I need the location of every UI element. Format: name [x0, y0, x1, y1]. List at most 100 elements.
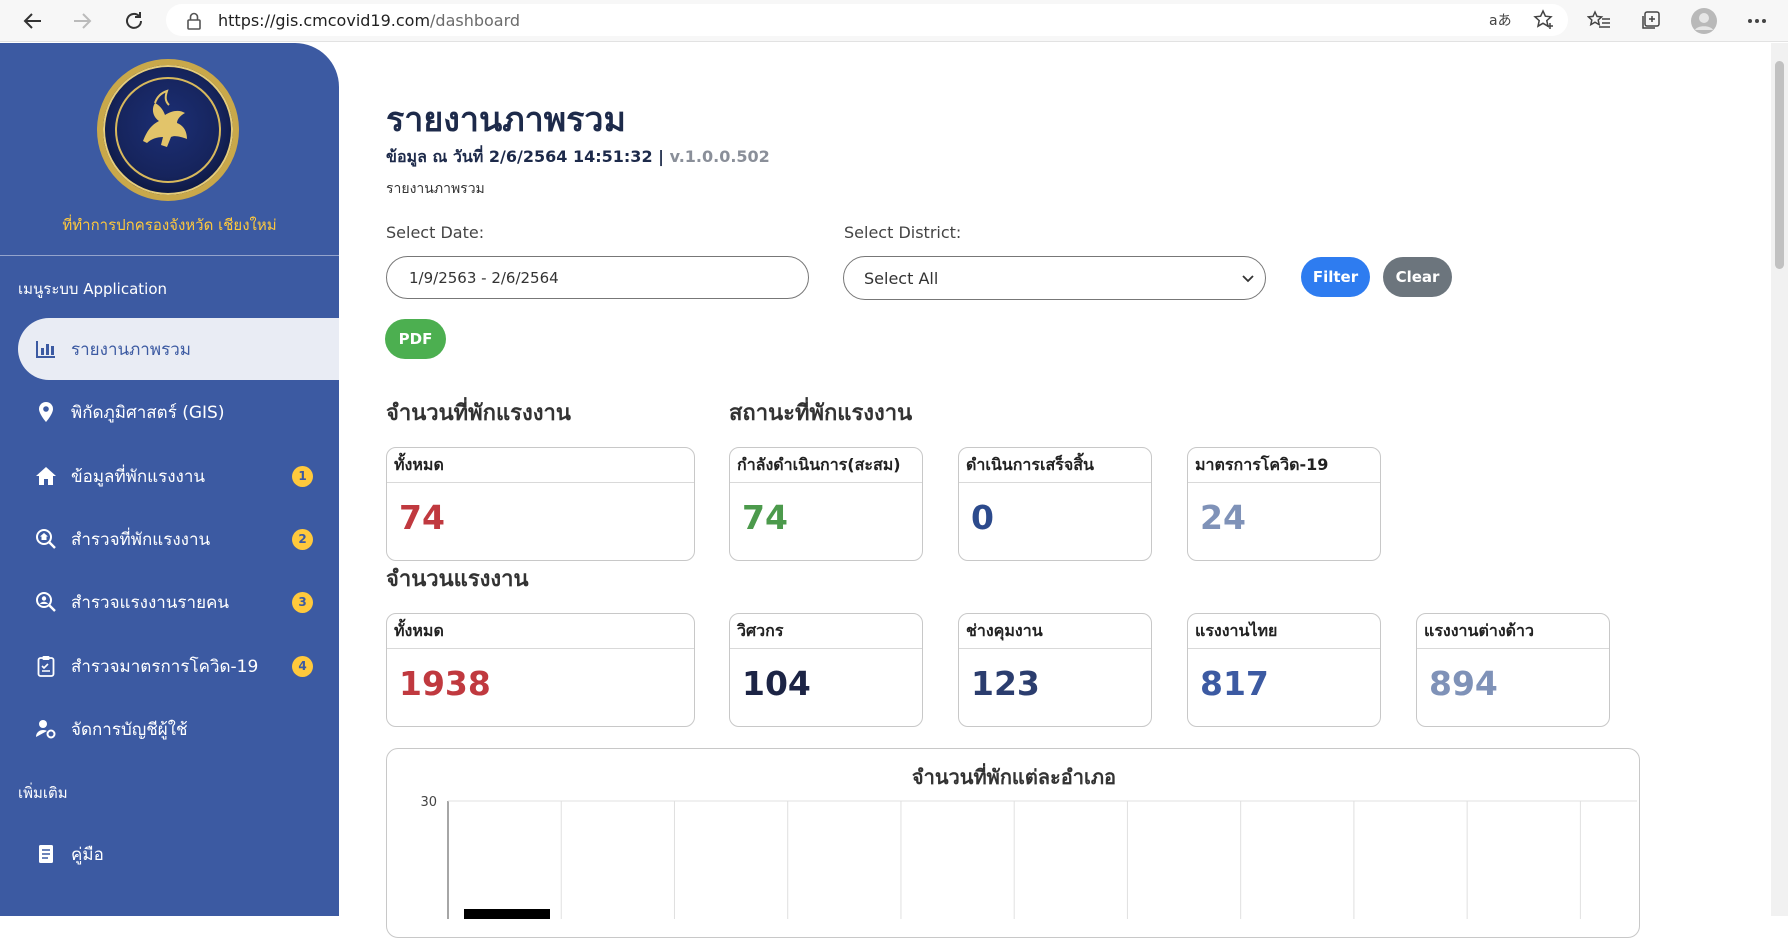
card-value: 0 [971, 498, 994, 537]
y-tick-label-max: 30 [420, 795, 437, 810]
card-title: ช่างคุมงาน [959, 614, 1151, 649]
card-value: 24 [1200, 498, 1246, 537]
card-engineers: วิศวกร 104 [729, 613, 923, 727]
chart-grid [448, 800, 1637, 919]
profile-icon[interactable] [1690, 7, 1718, 35]
data-timestamp: ข้อมูล ณ วันที่ 2/6/2564 14:51:32 | v.1.… [386, 145, 770, 170]
sidebar-item-overview-report[interactable]: รายงานภาพรวม [18, 318, 339, 380]
sidebar-item-survey-workers[interactable]: สำรวจแรงงานรายคน 3 [18, 571, 339, 633]
sidebar-item-manual[interactable]: คู่มือ [18, 823, 339, 885]
map-pin-icon [35, 401, 57, 423]
step-badge: 4 [292, 655, 313, 677]
sidebar-item-housing-data[interactable]: ข้อมูลที่พักแรงงาน 1 [18, 445, 339, 507]
seal-logo-icon [97, 59, 239, 201]
menu-group-application: เมนูระบบ Application [18, 280, 168, 298]
more-icon[interactable] [1743, 7, 1771, 35]
organization-name: ที่ทำการปกครองจังหวัด เชียงใหม่ [62, 216, 277, 234]
card-thai-workers: แรงงานไทย 817 [1187, 613, 1381, 727]
card-title: กำลังดำเนินการ(สะสม) [730, 448, 922, 483]
timestamp-text: ข้อมูล ณ วันที่ 2/6/2564 14:51:32 | [386, 147, 670, 166]
card-title: มาตรการโควิด-19 [1188, 448, 1380, 483]
chart-plot-area: 30 [420, 795, 1637, 919]
scrollbar-thumb[interactable] [1775, 61, 1784, 269]
search-user-icon [35, 591, 57, 613]
filter-button[interactable]: Filter [1301, 257, 1370, 297]
district-housing-chart: จำนวนที่พักแต่ละอำเภอ 30 [386, 748, 1640, 938]
card-value: 894 [1429, 664, 1498, 703]
card-housing-total: ทั้งหมด 74 [386, 447, 695, 561]
sidebar-item-label: สำรวจแรงงานรายคน [71, 592, 230, 613]
card-workers-total: ทั้งหมด 1938 [386, 613, 695, 727]
sidebar-item-user-accounts[interactable]: จัดการบัญชีผู้ใช้ [18, 698, 339, 760]
browser-toolbar: https://gis.cmcovid19.com/dashboard aあ [0, 0, 1788, 42]
url-path: /dashboard [430, 11, 521, 30]
sidebar-item-label: จัดการบัญชีผู้ใช้ [71, 719, 188, 740]
sidebar-header: ที่ทำการปกครองจังหวัด เชียงใหม่ [0, 43, 339, 256]
lock-icon[interactable] [186, 12, 202, 34]
sidebar-item-label: คู่มือ [71, 844, 104, 865]
section-housing-count: จำนวนที่พักแรงงาน [386, 401, 571, 426]
sidebar: ที่ทำการปกครองจังหวัด เชียงใหม่ เมนูระบบ… [0, 43, 339, 916]
menu-group-more: เพิ่มเติม [18, 784, 68, 802]
card-supervisors: ช่างคุมงาน 123 [958, 613, 1152, 727]
collections-icon[interactable] [1636, 7, 1664, 35]
sidebar-item-label: ข้อมูลที่พักแรงงาน [71, 466, 206, 487]
select-date-label: Select Date: [386, 223, 485, 242]
step-badge: 2 [292, 528, 313, 550]
section-housing-status: สถานะที่พักแรงงาน [729, 401, 913, 426]
card-title: ดำเนินการเสร็จสิ้น [959, 448, 1151, 483]
pdf-button[interactable]: PDF [385, 319, 446, 359]
home-icon [35, 465, 57, 487]
back-icon[interactable] [18, 6, 48, 36]
district-select[interactable]: Select All [843, 256, 1266, 300]
sidebar-item-label: สำรวจมาตรการโควิด-19 [71, 656, 259, 677]
district-select-value: Select All [864, 268, 939, 288]
svg-text:aあ: aあ [1489, 13, 1511, 29]
date-range-input[interactable]: 1/9/2563 - 2/6/2564 [386, 256, 809, 299]
card-value: 817 [1200, 664, 1269, 703]
card-title: วิศวกร [730, 614, 922, 649]
clear-button[interactable]: Clear [1383, 257, 1452, 297]
clipboard-icon [35, 655, 57, 677]
chevron-down-icon [1242, 275, 1254, 283]
card-covid-measures: มาตรการโควิด-19 24 [1187, 447, 1381, 561]
card-title: ทั้งหมด [387, 448, 694, 483]
step-badge: 1 [292, 465, 313, 487]
forward-icon[interactable] [67, 6, 97, 36]
card-value: 74 [399, 498, 445, 537]
card-title: แรงงานต่างด้าว [1417, 614, 1609, 649]
sidebar-item-survey-housing[interactable]: สำรวจที่พักแรงงาน 2 [18, 508, 339, 570]
step-badge: 3 [292, 591, 313, 613]
card-in-progress: กำลังดำเนินการ(สะสม) 74 [729, 447, 923, 561]
sidebar-item-label: พิกัดภูมิศาสตร์ (GIS) [71, 402, 225, 423]
url-host: https://gis.cmcovid19.com [218, 11, 431, 30]
card-foreign-workers: แรงงานต่างด้าว 894 [1416, 613, 1610, 727]
card-value: 1938 [399, 664, 491, 703]
version-text: v.1.0.0.502 [669, 147, 770, 166]
reload-icon[interactable] [119, 6, 149, 36]
sidebar-item-gis[interactable]: พิกัดภูมิศาสตร์ (GIS) [18, 381, 339, 443]
page-scrollbar[interactable] [1771, 43, 1788, 916]
page-title: รายงานภาพรวม [386, 100, 626, 140]
card-value: 104 [742, 664, 811, 703]
address-bar[interactable]: https://gis.cmcovid19.com/dashboard aあ [166, 4, 1568, 36]
sidebar-item-survey-covid[interactable]: สำรวจมาตรการโควิด-19 4 [18, 635, 339, 697]
url-text[interactable]: https://gis.cmcovid19.com/dashboard [218, 11, 520, 30]
favorites-icon[interactable] [1585, 7, 1613, 35]
add-favorite-icon[interactable] [1530, 6, 1558, 34]
user-cog-icon [35, 718, 57, 740]
bar-chart-icon [35, 338, 57, 360]
chart-bar [464, 909, 550, 919]
sidebar-item-label: สำรวจที่พักแรงงาน [71, 529, 211, 550]
book-icon [35, 843, 57, 865]
read-aloud-icon[interactable]: aあ [1486, 6, 1514, 34]
section-worker-count: จำนวนแรงงาน [386, 567, 529, 592]
sidebar-item-label: รายงานภาพรวม [71, 339, 191, 360]
card-title: ทั้งหมด [387, 614, 694, 649]
card-completed: ดำเนินการเสร็จสิ้น 0 [958, 447, 1152, 561]
lion-emblem-icon [143, 89, 187, 147]
select-district-label: Select District: [844, 223, 962, 242]
breadcrumb: รายงานภาพรวม [386, 181, 485, 197]
card-title: แรงงานไทย [1188, 614, 1380, 649]
card-value: 123 [971, 664, 1040, 703]
